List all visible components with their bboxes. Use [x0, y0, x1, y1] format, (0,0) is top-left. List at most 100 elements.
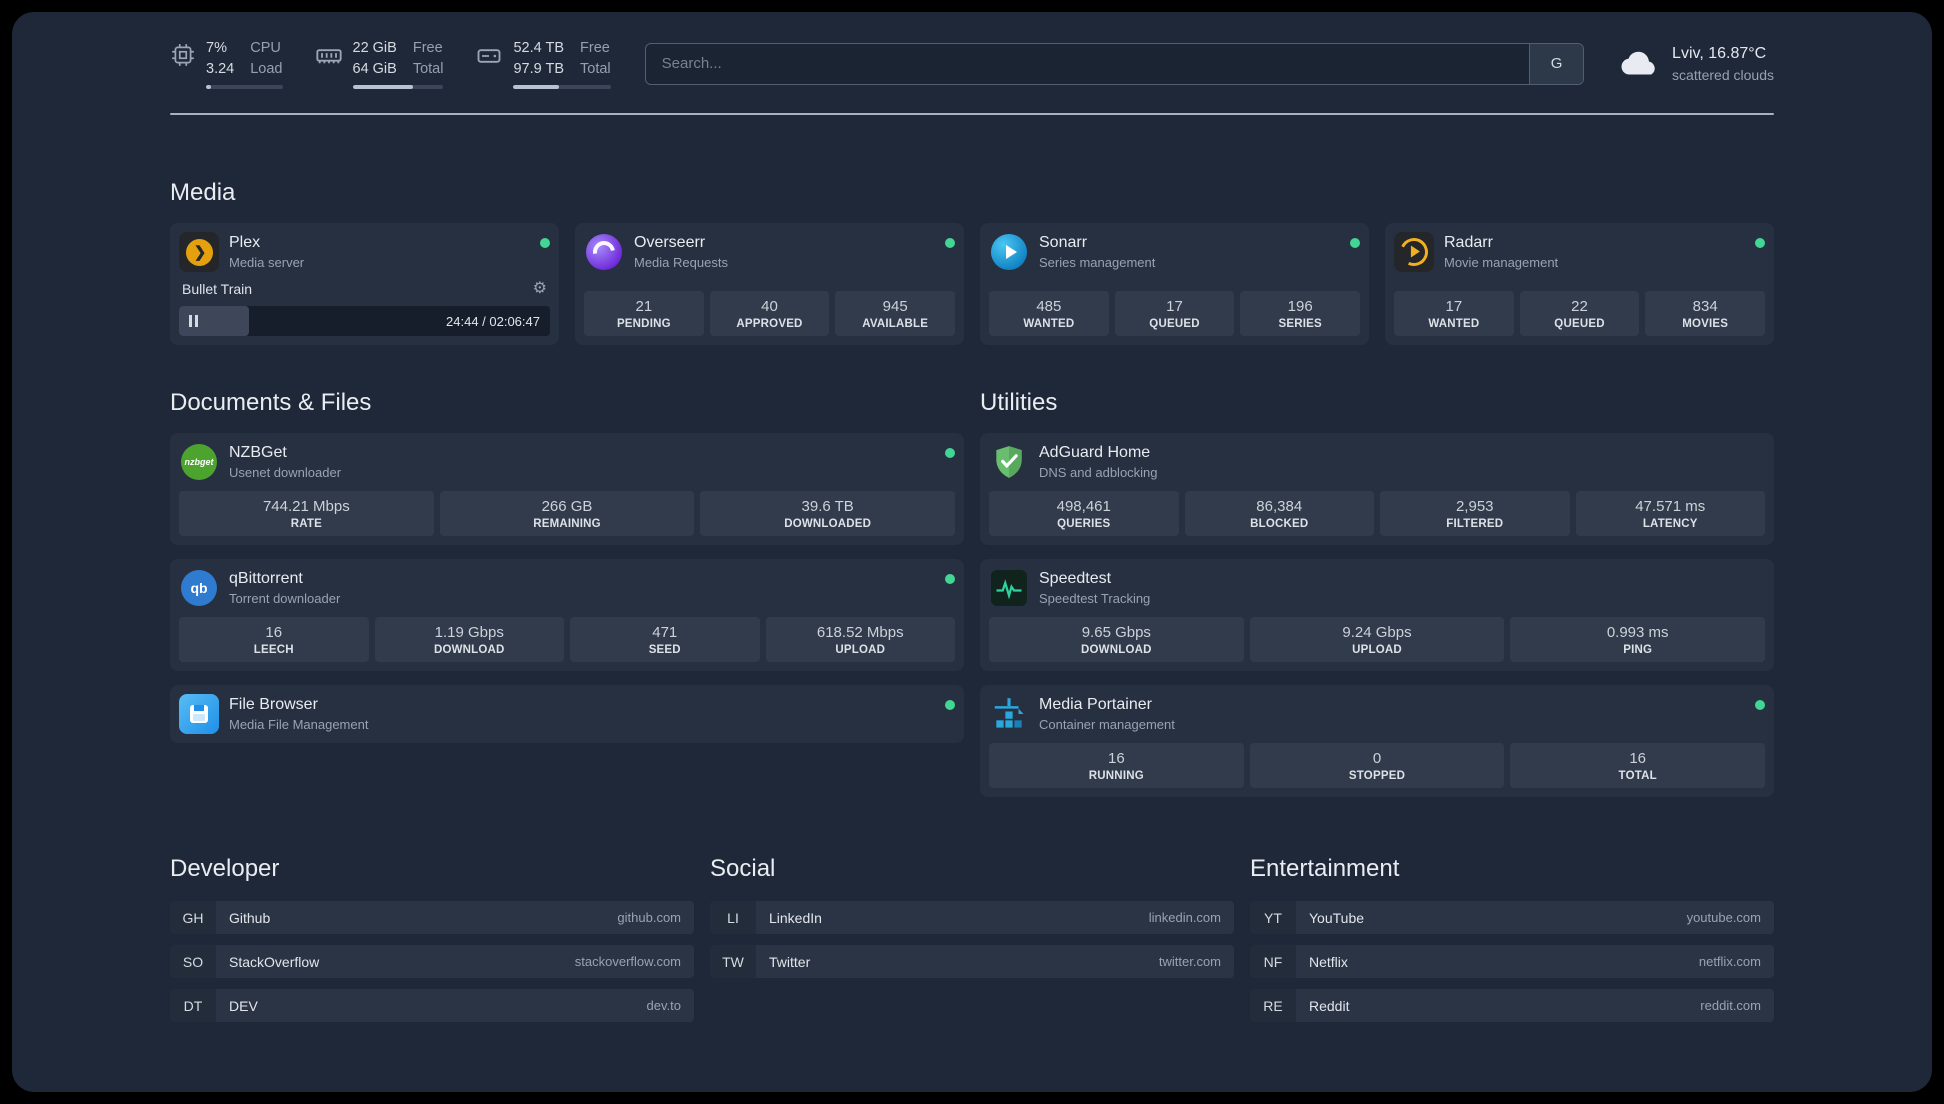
disk-total: 97.9 TB [513, 61, 565, 78]
service-subtitle: Media Requests [634, 255, 728, 271]
playback-time: 24:44 / 02:06:47 [446, 313, 540, 329]
stat-latency: 47.571 ms LATENCY [1575, 491, 1765, 537]
bookmark-abbr: LI [710, 901, 756, 935]
stat-total: 16 TOTAL [1510, 743, 1766, 789]
header-divider [170, 113, 1774, 116]
filebrowser-icon [179, 694, 219, 735]
stat-wanted: 485 WANTED [989, 291, 1109, 337]
disk-icon [478, 49, 501, 63]
playback-bar: 24:44 / 02:06:47 [179, 306, 550, 337]
service-card-speedtest[interactable]: Speedtest Speedtest Tracking 9.65 Gbps D… [980, 559, 1774, 672]
section-title-documents: Documents & Files [170, 389, 372, 417]
stat-seed: 471 SEED [570, 617, 760, 663]
stat-upload: 618.52 Mbps UPLOAD [765, 617, 955, 663]
nzbget-meta: NZBGet Usenet downloader [229, 442, 341, 482]
bookmark-github[interactable]: GH Github github.com [170, 901, 694, 935]
service-card-filebrowser[interactable]: File Browser Media File Management [170, 685, 964, 744]
adguard-meta: AdGuard Home DNS and adblocking [1039, 442, 1158, 482]
sonarr-stats: 485 WANTED 17 QUEUED 196 SERIES [989, 291, 1361, 337]
bookmark-url: github.com [617, 910, 681, 926]
service-card-overseerr[interactable]: Overseerr Media Requests 21 PENDING 40 A… [575, 223, 964, 346]
bookmark-dev[interactable]: DT DEV dev.to [170, 989, 694, 1023]
bookmark-abbr: DT [170, 989, 216, 1023]
service-subtitle: Media server [229, 255, 305, 271]
bookmark-netflix[interactable]: NF Netflix netflix.com [1250, 945, 1774, 979]
bookmark-youtube[interactable]: YT YouTube youtube.com [1250, 901, 1774, 935]
filebrowser-header: File Browser Media File Management [179, 694, 955, 735]
search-bar: G [644, 42, 1585, 85]
service-card-nzbget[interactable]: nzbget NZBGet Usenet downloader 744.21 M… [170, 433, 964, 546]
service-name: Plex [229, 234, 261, 252]
stat-upload: 9.24 Gbps UPLOAD [1249, 617, 1505, 663]
overseerr-stats: 21 PENDING 40 APPROVED 945 AVAILABLE [584, 291, 956, 337]
plex-meta: Plex Media server [229, 232, 304, 272]
pause-icon[interactable] [189, 315, 198, 328]
qbittorrent-meta: qBittorrent Torrent downloader [229, 568, 340, 608]
service-card-adguard[interactable]: AdGuard Home DNS and adblocking 498,461 … [980, 433, 1774, 546]
memory-progress-track [352, 85, 444, 90]
bookmark-url: netflix.com [1698, 954, 1761, 970]
status-dot [945, 700, 955, 711]
now-playing-row: Bullet Train ⚙ [179, 281, 550, 298]
bookmark-url: reddit.com [1700, 998, 1761, 1014]
memory-total: 64 GiB [352, 61, 397, 78]
service-subtitle: Series management [1039, 255, 1156, 271]
stat-queries: 498,461 QUERIES [989, 491, 1179, 537]
search-input[interactable] [645, 43, 1530, 84]
service-card-portainer[interactable]: Media Portainer Container management 16 … [980, 685, 1774, 798]
speedtest-icon [989, 568, 1029, 608]
bookmark-url: stackoverflow.com [574, 954, 681, 970]
service-subtitle: Container management [1039, 717, 1175, 733]
bookmark-abbr: GH [170, 901, 216, 935]
qbittorrent-icon: qb [179, 568, 219, 608]
dashboard-window: 7% 3.24 CPU Load 22 GiB 64 GiB Free Tota… [12, 12, 1932, 1092]
nzbget-icon: nzbget [179, 442, 219, 482]
nzbget-header: nzbget NZBGet Usenet downloader [179, 442, 955, 482]
bookmark-stackoverflow[interactable]: SO StackOverflow stackoverflow.com [170, 945, 694, 979]
overseerr-meta: Overseerr Media Requests [634, 232, 728, 272]
service-subtitle: Media File Management [229, 717, 369, 733]
status-dot [1350, 238, 1360, 249]
stat-leech: 16 LEECH [179, 617, 369, 663]
stat-rate: 744.21 Mbps RATE [179, 491, 434, 537]
bookmark-twitter[interactable]: TW Twitter twitter.com [710, 945, 1234, 979]
stat-available: 945 AVAILABLE [835, 291, 956, 337]
stat-downloaded: 39.6 TB DOWNLOADED [700, 491, 956, 537]
service-card-sonarr[interactable]: Sonarr Series management 485 WANTED 17 Q… [980, 223, 1369, 346]
stat-ping: 0.993 ms PING [1510, 617, 1766, 663]
sonarr-icon [989, 232, 1029, 272]
stat-download: 1.19 Gbps DOWNLOAD [374, 617, 564, 663]
plex-chevron-glyph: ❯ [185, 238, 213, 266]
service-card-plex[interactable]: ❯ Plex Media server Bullet Train ⚙ 24:44… [170, 223, 559, 346]
service-name: Radarr [1444, 234, 1493, 252]
cpu-widget: 7% 3.24 CPU Load [170, 38, 283, 90]
qbittorrent-icon-text: qb [181, 570, 217, 607]
portainer-icon [989, 694, 1029, 734]
disk-progress-track [513, 85, 611, 90]
service-name: Overseerr [634, 234, 706, 252]
stat-wanted: 17 WANTED [1394, 291, 1514, 337]
qbittorrent-stats: 16 LEECH 1.19 Gbps DOWNLOAD 471 SEED 618… [179, 617, 955, 663]
weather-text: Lviv, 16.87°C scattered clouds [1672, 45, 1774, 83]
bookmark-linkedin[interactable]: LI LinkedIn linkedin.com [710, 901, 1234, 935]
stat-queued: 17 QUEUED [1114, 291, 1235, 337]
service-card-qbittorrent[interactable]: qb qBittorrent Torrent downloader 16 LEE… [170, 559, 964, 672]
stat-filtered: 2,953 FILTERED [1380, 491, 1570, 537]
service-card-radarr[interactable]: Radarr Movie management 17 WANTED 22 QUE… [1385, 223, 1774, 346]
search-provider-button[interactable]: G [1529, 43, 1584, 84]
stat-blocked: 86,384 BLOCKED [1184, 491, 1374, 537]
gear-icon[interactable]: ⚙ [533, 281, 547, 297]
weather-widget: Lviv, 16.87°C scattered clouds [1618, 43, 1774, 85]
radarr-stats: 17 WANTED 22 QUEUED 834 MOVIES [1394, 291, 1766, 337]
memory-readout: 22 GiB 64 GiB Free Total [352, 38, 444, 90]
bookmark-reddit[interactable]: RE Reddit reddit.com [1250, 989, 1774, 1023]
status-dot [1755, 238, 1765, 249]
stat-pending: 21 PENDING [584, 291, 704, 337]
section-title-utilities: Utilities [980, 389, 1058, 417]
cloud-icon [1621, 51, 1655, 75]
cpu-load: 3.24 [206, 61, 235, 78]
sonarr-meta: Sonarr Series management [1039, 232, 1155, 272]
nzbget-stats: 744.21 Mbps RATE 266 GB REMAINING 39.6 T… [179, 491, 956, 537]
sonarr-header: Sonarr Series management [989, 232, 1360, 272]
service-name: NZBGet [229, 444, 287, 462]
